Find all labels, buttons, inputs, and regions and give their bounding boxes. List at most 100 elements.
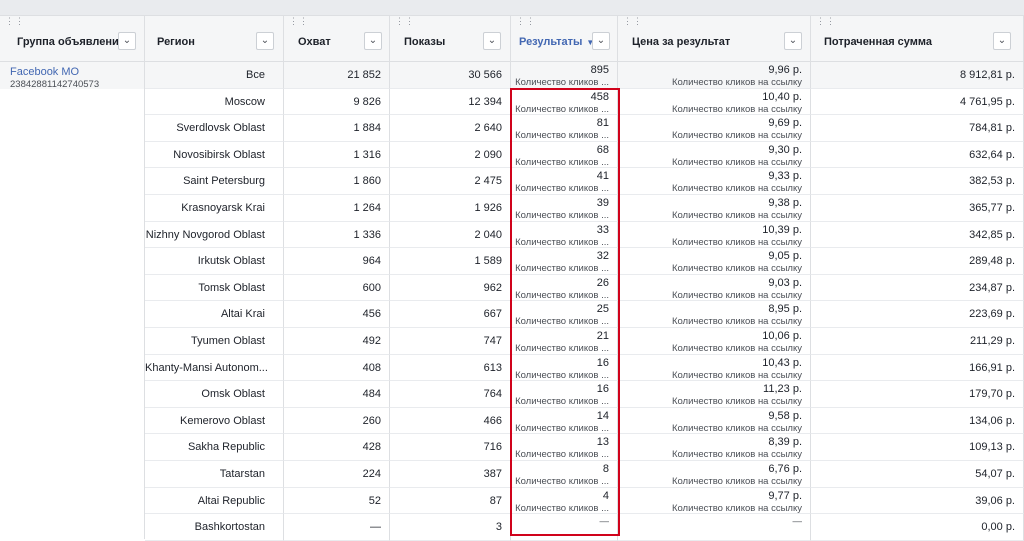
spent-cell: 223,69 р. — [811, 301, 1024, 328]
table-row[interactable]: Khanty-Mansi Autonom... 408 613 16 Количеств… — [0, 354, 1024, 382]
impressions-cell: 3 — [390, 514, 511, 541]
cost-cell: 9,30 р. Количество кликов на ссылку — [618, 141, 811, 169]
reach-cell: 21 852 — [284, 62, 390, 89]
results-cell: 16 Количество кликов ... — [511, 381, 618, 408]
spent-cell: 342,85 р. — [811, 221, 1024, 249]
column-header-results[interactable]: ⋮⋮ Результаты ▼ ⌄ — [511, 16, 618, 62]
table-row[interactable]: Kemerovo Oblast 260 466 14 Количество кликов… — [0, 407, 1024, 435]
spent-cell: 382,53 р. — [811, 168, 1024, 195]
region-cell: Kemerovo Oblast — [145, 407, 284, 435]
cost-cell: 9,05 р. Количество кликов на ссылку — [618, 248, 811, 275]
spent-cell: 109,13 р. — [811, 434, 1024, 461]
reach-cell: 1 884 — [284, 115, 390, 142]
spent-cell: 8 912,81 р. — [811, 62, 1024, 89]
drag-handle-icon[interactable]: ⋮⋮ — [289, 17, 308, 29]
table-row[interactable]: Tomsk Oblast 600 962 26 Количество кликов ..… — [0, 274, 1024, 302]
drag-handle-icon[interactable]: ⋮⋮ — [623, 17, 642, 29]
impressions-cell: 12 394 — [390, 88, 511, 116]
column-header-region[interactable]: Регион ⌄ — [145, 16, 284, 62]
cost-cell: 9,33 р. Количество кликов на ссылку — [618, 168, 811, 195]
chevron-down-icon[interactable]: ⌄ — [483, 32, 501, 50]
impressions-cell: 2 040 — [390, 221, 511, 249]
impressions-cell: 613 — [390, 354, 511, 382]
column-header-adgroup[interactable]: ⋮⋮ Группа объявлений ⌄ — [0, 16, 145, 62]
drag-handle-icon[interactable]: ⋮⋮ — [5, 17, 24, 29]
table-row[interactable]: Sakha Republic 428 716 13 Количество кликов … — [0, 434, 1024, 461]
impressions-cell: 87 — [390, 487, 511, 515]
column-header-label: Результаты — [519, 36, 583, 48]
spent-cell: 784,81 р. — [811, 115, 1024, 142]
region-cell: Omsk Oblast — [145, 381, 284, 408]
reach-cell: 600 — [284, 274, 390, 302]
region-cell: Tatarstan — [145, 461, 284, 488]
table-row[interactable]: Krasnoyarsk Krai 1 264 1 926 39 Количество к… — [0, 195, 1024, 222]
region-cell: Irkutsk Oblast — [145, 248, 284, 275]
column-header-label: Охват — [298, 36, 331, 48]
table-row[interactable]: Altai Republic 52 87 4 Количество кликов ...… — [0, 487, 1024, 515]
results-cell: 39 Количество кликов ... — [511, 195, 618, 222]
table-row[interactable]: Tyumen Oblast 492 747 21 Количество кликов .… — [0, 328, 1024, 355]
table-row[interactable]: Omsk Oblast 484 764 16 Количество кликов ...… — [0, 381, 1024, 408]
results-cell: 4 Количество кликов ... — [511, 487, 618, 515]
column-header-cost[interactable]: ⋮⋮ Цена за результат ⌄ — [618, 16, 811, 62]
column-header-label: Регион — [157, 36, 195, 48]
table-row[interactable]: Novosibirsk Oblast 1 316 2 090 68 Количество… — [0, 141, 1024, 169]
cost-cell: 9,58 р. Количество кликов на ссылку — [618, 407, 811, 435]
results-cell: 13 Количество кликов ... — [511, 434, 618, 461]
reach-cell: 1 264 — [284, 195, 390, 222]
reach-cell: 1 336 — [284, 221, 390, 249]
table-row[interactable]: Nizhny Novgorod Oblast 1 336 2 040 33 Количе… — [0, 221, 1024, 249]
results-cell: 458 Количество кликов ... — [511, 88, 618, 116]
chevron-down-icon[interactable]: ⌄ — [784, 32, 802, 50]
drag-handle-icon[interactable]: ⋮⋮ — [516, 17, 535, 29]
table-row[interactable]: Irkutsk Oblast 964 1 589 32 Количество клико… — [0, 248, 1024, 275]
column-header-spent[interactable]: ⋮⋮ Потраченная сумма ⌄ — [811, 16, 1024, 62]
column-header-reach[interactable]: ⋮⋮ Охват ⌄ — [284, 16, 390, 62]
results-cell: 41 Количество кликов ... — [511, 168, 618, 195]
cost-cell: 6,76 р. Количество кликов на ссылку — [618, 461, 811, 488]
column-header-impressions[interactable]: ⋮⋮ Показы ⌄ — [390, 16, 511, 62]
impressions-cell: 764 — [390, 381, 511, 408]
chevron-down-icon[interactable]: ⌄ — [364, 32, 382, 50]
results-cell: 68 Количество кликов ... — [511, 141, 618, 169]
region-cell: Khanty-Mansi Autonom... — [145, 354, 284, 382]
results-cell: 32 Количество кликов ... — [511, 248, 618, 275]
region-cell: Saint Petersburg — [145, 168, 284, 195]
top-toolbar-strip — [0, 0, 1024, 16]
table-row[interactable]: Sverdlovsk Oblast 1 884 2 640 81 Количество … — [0, 115, 1024, 142]
reach-cell: — — [284, 514, 390, 541]
table-row[interactable]: Altai Krai 456 667 25 Количество кликов ... 8… — [0, 301, 1024, 328]
cost-cell: 9,38 р. Количество кликов на ссылку — [618, 195, 811, 222]
spent-cell: 289,48 р. — [811, 248, 1024, 275]
table-row[interactable]: Bashkortostan —3— —0,00 р. — [0, 514, 1024, 541]
spent-cell: 39,06 р. — [811, 487, 1024, 515]
chevron-down-icon[interactable]: ⌄ — [993, 32, 1011, 50]
region-cell: Bashkortostan — [145, 514, 284, 541]
cost-cell: — — [618, 514, 811, 541]
results-cell: 895 Количество кликов ... — [511, 62, 618, 89]
chevron-down-icon[interactable]: ⌄ — [256, 32, 274, 50]
cost-cell: 10,06 р. Количество кликов на ссылку — [618, 328, 811, 355]
reach-cell: 260 — [284, 407, 390, 435]
region-cell: Tomsk Oblast — [145, 274, 284, 302]
cost-cell: 8,39 р. Количество кликов на ссылку — [618, 434, 811, 461]
drag-handle-icon[interactable]: ⋮⋮ — [816, 17, 835, 29]
cost-cell: 9,96 р. Количество кликов на ссылку — [618, 62, 811, 89]
table-row[interactable]: Tatarstan 224 387 8 Количество кликов ... 6,7… — [0, 461, 1024, 488]
impressions-cell: 30 566 — [390, 62, 511, 89]
cost-cell: 9,69 р. Количество кликов на ссылку — [618, 115, 811, 142]
reach-cell: 428 — [284, 434, 390, 461]
chevron-down-icon[interactable]: ⌄ — [592, 32, 610, 50]
spent-cell: 365,77 р. — [811, 195, 1024, 222]
results-cell: 14 Количество кликов ... — [511, 407, 618, 435]
region-cell: Altai Krai — [145, 301, 284, 328]
impressions-cell: 962 — [390, 274, 511, 302]
chevron-down-icon[interactable]: ⌄ — [118, 32, 136, 50]
region-cell: Tyumen Oblast — [145, 328, 284, 355]
impressions-cell: 2 090 — [390, 141, 511, 169]
table-row[interactable]: Saint Petersburg 1 860 2 475 41 Количество к… — [0, 168, 1024, 195]
table-row[interactable]: Moscow 9 826 12 394 458 Количество кликов ..… — [0, 88, 1024, 116]
drag-handle-icon[interactable]: ⋮⋮ — [395, 17, 414, 29]
reach-cell: 492 — [284, 328, 390, 355]
spent-cell: 134,06 р. — [811, 407, 1024, 435]
